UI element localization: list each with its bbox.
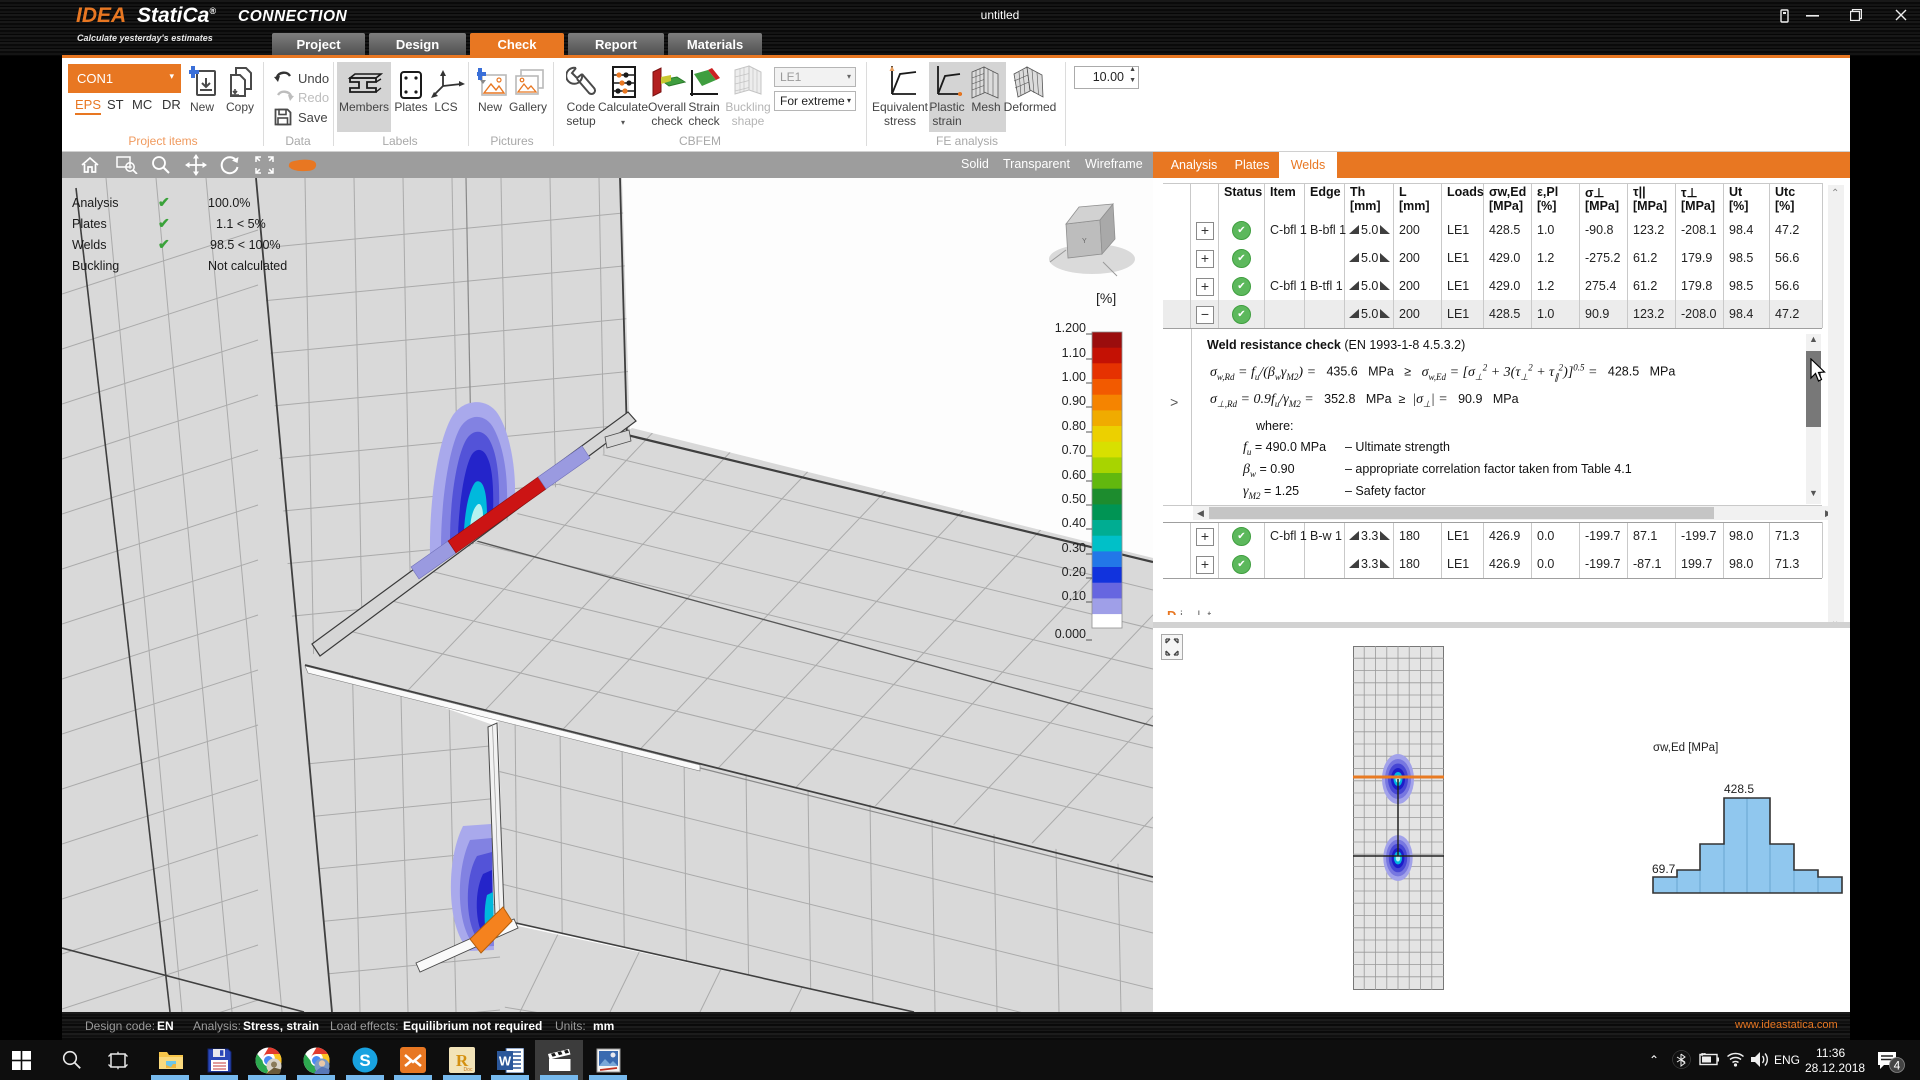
svg-text:1.200: 1.200 xyxy=(1055,321,1086,335)
svg-text:1.10: 1.10 xyxy=(1062,346,1086,360)
svg-text:W: W xyxy=(499,1054,512,1069)
svg-text:[%]: [%] xyxy=(1096,290,1116,306)
svg-text:0.60: 0.60 xyxy=(1062,468,1086,482)
svg-text:0.90: 0.90 xyxy=(1062,394,1086,408)
svg-text:Doc: Doc xyxy=(464,1067,473,1073)
svg-text:0.40: 0.40 xyxy=(1062,516,1086,530)
svg-text:428.5: 428.5 xyxy=(1724,782,1754,796)
svg-text:1.00: 1.00 xyxy=(1062,370,1086,384)
svg-text:0.20: 0.20 xyxy=(1062,565,1086,579)
svg-text:S: S xyxy=(359,1051,370,1070)
svg-text:4: 4 xyxy=(1894,1059,1901,1073)
svg-text:0.30: 0.30 xyxy=(1062,541,1086,555)
svg-text:0.10: 0.10 xyxy=(1062,589,1086,603)
svg-text:0.50: 0.50 xyxy=(1062,492,1086,506)
svg-text:Y: Y xyxy=(1082,238,1087,245)
svg-text:0.70: 0.70 xyxy=(1062,443,1086,457)
svg-text:σw,Ed [MPa]: σw,Ed [MPa] xyxy=(1653,742,1718,754)
svg-text:0.000: 0.000 xyxy=(1055,627,1086,641)
svg-text:0.80: 0.80 xyxy=(1062,419,1086,433)
svg-text:69.7: 69.7 xyxy=(1652,862,1676,876)
